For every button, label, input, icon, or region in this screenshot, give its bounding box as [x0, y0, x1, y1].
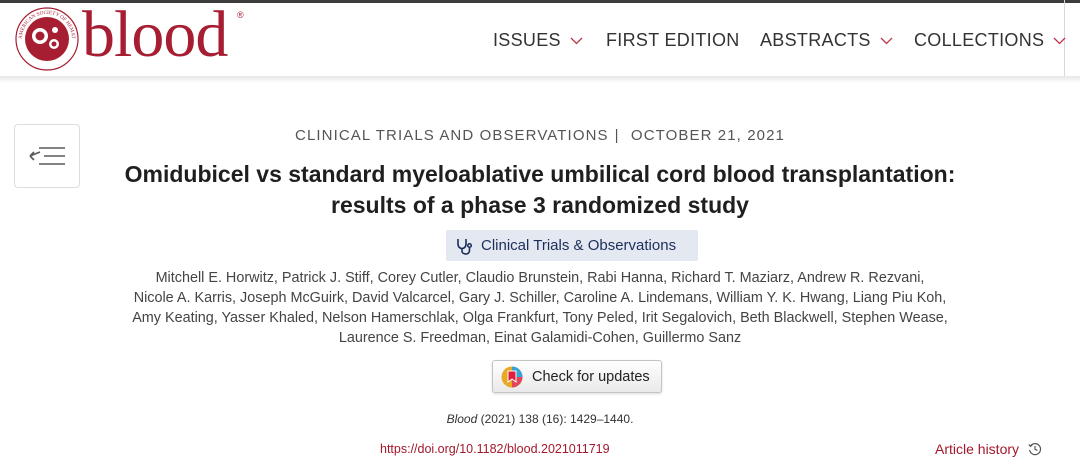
article-date: OCTOBER 21, 2021 [630, 127, 785, 144]
article-title: Omidubicel vs standard myeloablative umb… [27, 159, 1053, 221]
check-for-updates-label: Check for updates [532, 368, 650, 385]
article-title-line-2: results of a phase 3 randomized study [331, 192, 749, 218]
registered-mark: ® [237, 10, 244, 20]
crossmark-icon [501, 366, 523, 387]
author-line[interactable]: Laurence S. Freedman, Einat Galamidi-Coh… [100, 328, 980, 348]
author-line[interactable]: Amy Keating, Yasser Khaled, Nelson Hamer… [100, 308, 980, 328]
citation: Blood (2021) 138 (16): 1429–1440. [0, 412, 1080, 426]
citation-journal: Blood [446, 412, 478, 426]
nav-issues-label: ISSUES [493, 30, 561, 50]
article-title-line-1: Omidubicel vs standard myeloablative umb… [124, 161, 956, 187]
article-meta: CLINICAL TRIALS AND OBSERVATIONS | OCTOBE… [0, 127, 1080, 144]
nav-abstracts[interactable]: ABSTRACTS [760, 30, 893, 51]
nav-first-edition[interactable]: FIRST EDITION [606, 30, 740, 51]
meta-separator: | [614, 127, 620, 144]
article-history-link[interactable]: Article history [935, 441, 1042, 457]
author-line[interactable]: Nicole A. Karris, Joseph McGuirk, David … [100, 288, 980, 308]
topic-badge-label: Clinical Trials & Observations [481, 237, 677, 254]
history-icon [1028, 443, 1042, 456]
topic-badge[interactable]: Clinical Trials & Observations [446, 230, 698, 261]
chevron-down-icon [880, 37, 893, 44]
nav-collections-label: COLLECTIONS [914, 30, 1045, 50]
article-history-label: Article history [935, 441, 1020, 457]
nav-collections[interactable]: COLLECTIONS [914, 30, 1066, 51]
chevron-down-icon [570, 37, 583, 44]
header-shadow [0, 76, 1080, 83]
citation-details: (2021) 138 (16): 1429–1440. [477, 412, 634, 426]
doi-link[interactable]: https://doi.org/10.1182/blood.2021011719 [380, 442, 610, 456]
nav-first-edition-label: FIRST EDITION [606, 30, 740, 50]
author-line[interactable]: Mitchell E. Horwitz, Patrick J. Stiff, C… [100, 268, 980, 288]
nav-issues[interactable]: ISSUES [493, 30, 583, 51]
author-list: Mitchell E. Horwitz, Patrick J. Stiff, C… [100, 268, 980, 348]
main-nav: ISSUES FIRST EDITION ABSTRACTS COLLECTIO… [0, 30, 1080, 54]
article-category[interactable]: CLINICAL TRIALS AND OBSERVATIONS [295, 127, 609, 144]
chevron-down-icon [1053, 37, 1066, 44]
check-for-updates-button[interactable]: Check for updates [492, 360, 662, 393]
nav-abstracts-label: ABSTRACTS [760, 30, 871, 50]
stethoscope-icon [457, 238, 473, 255]
